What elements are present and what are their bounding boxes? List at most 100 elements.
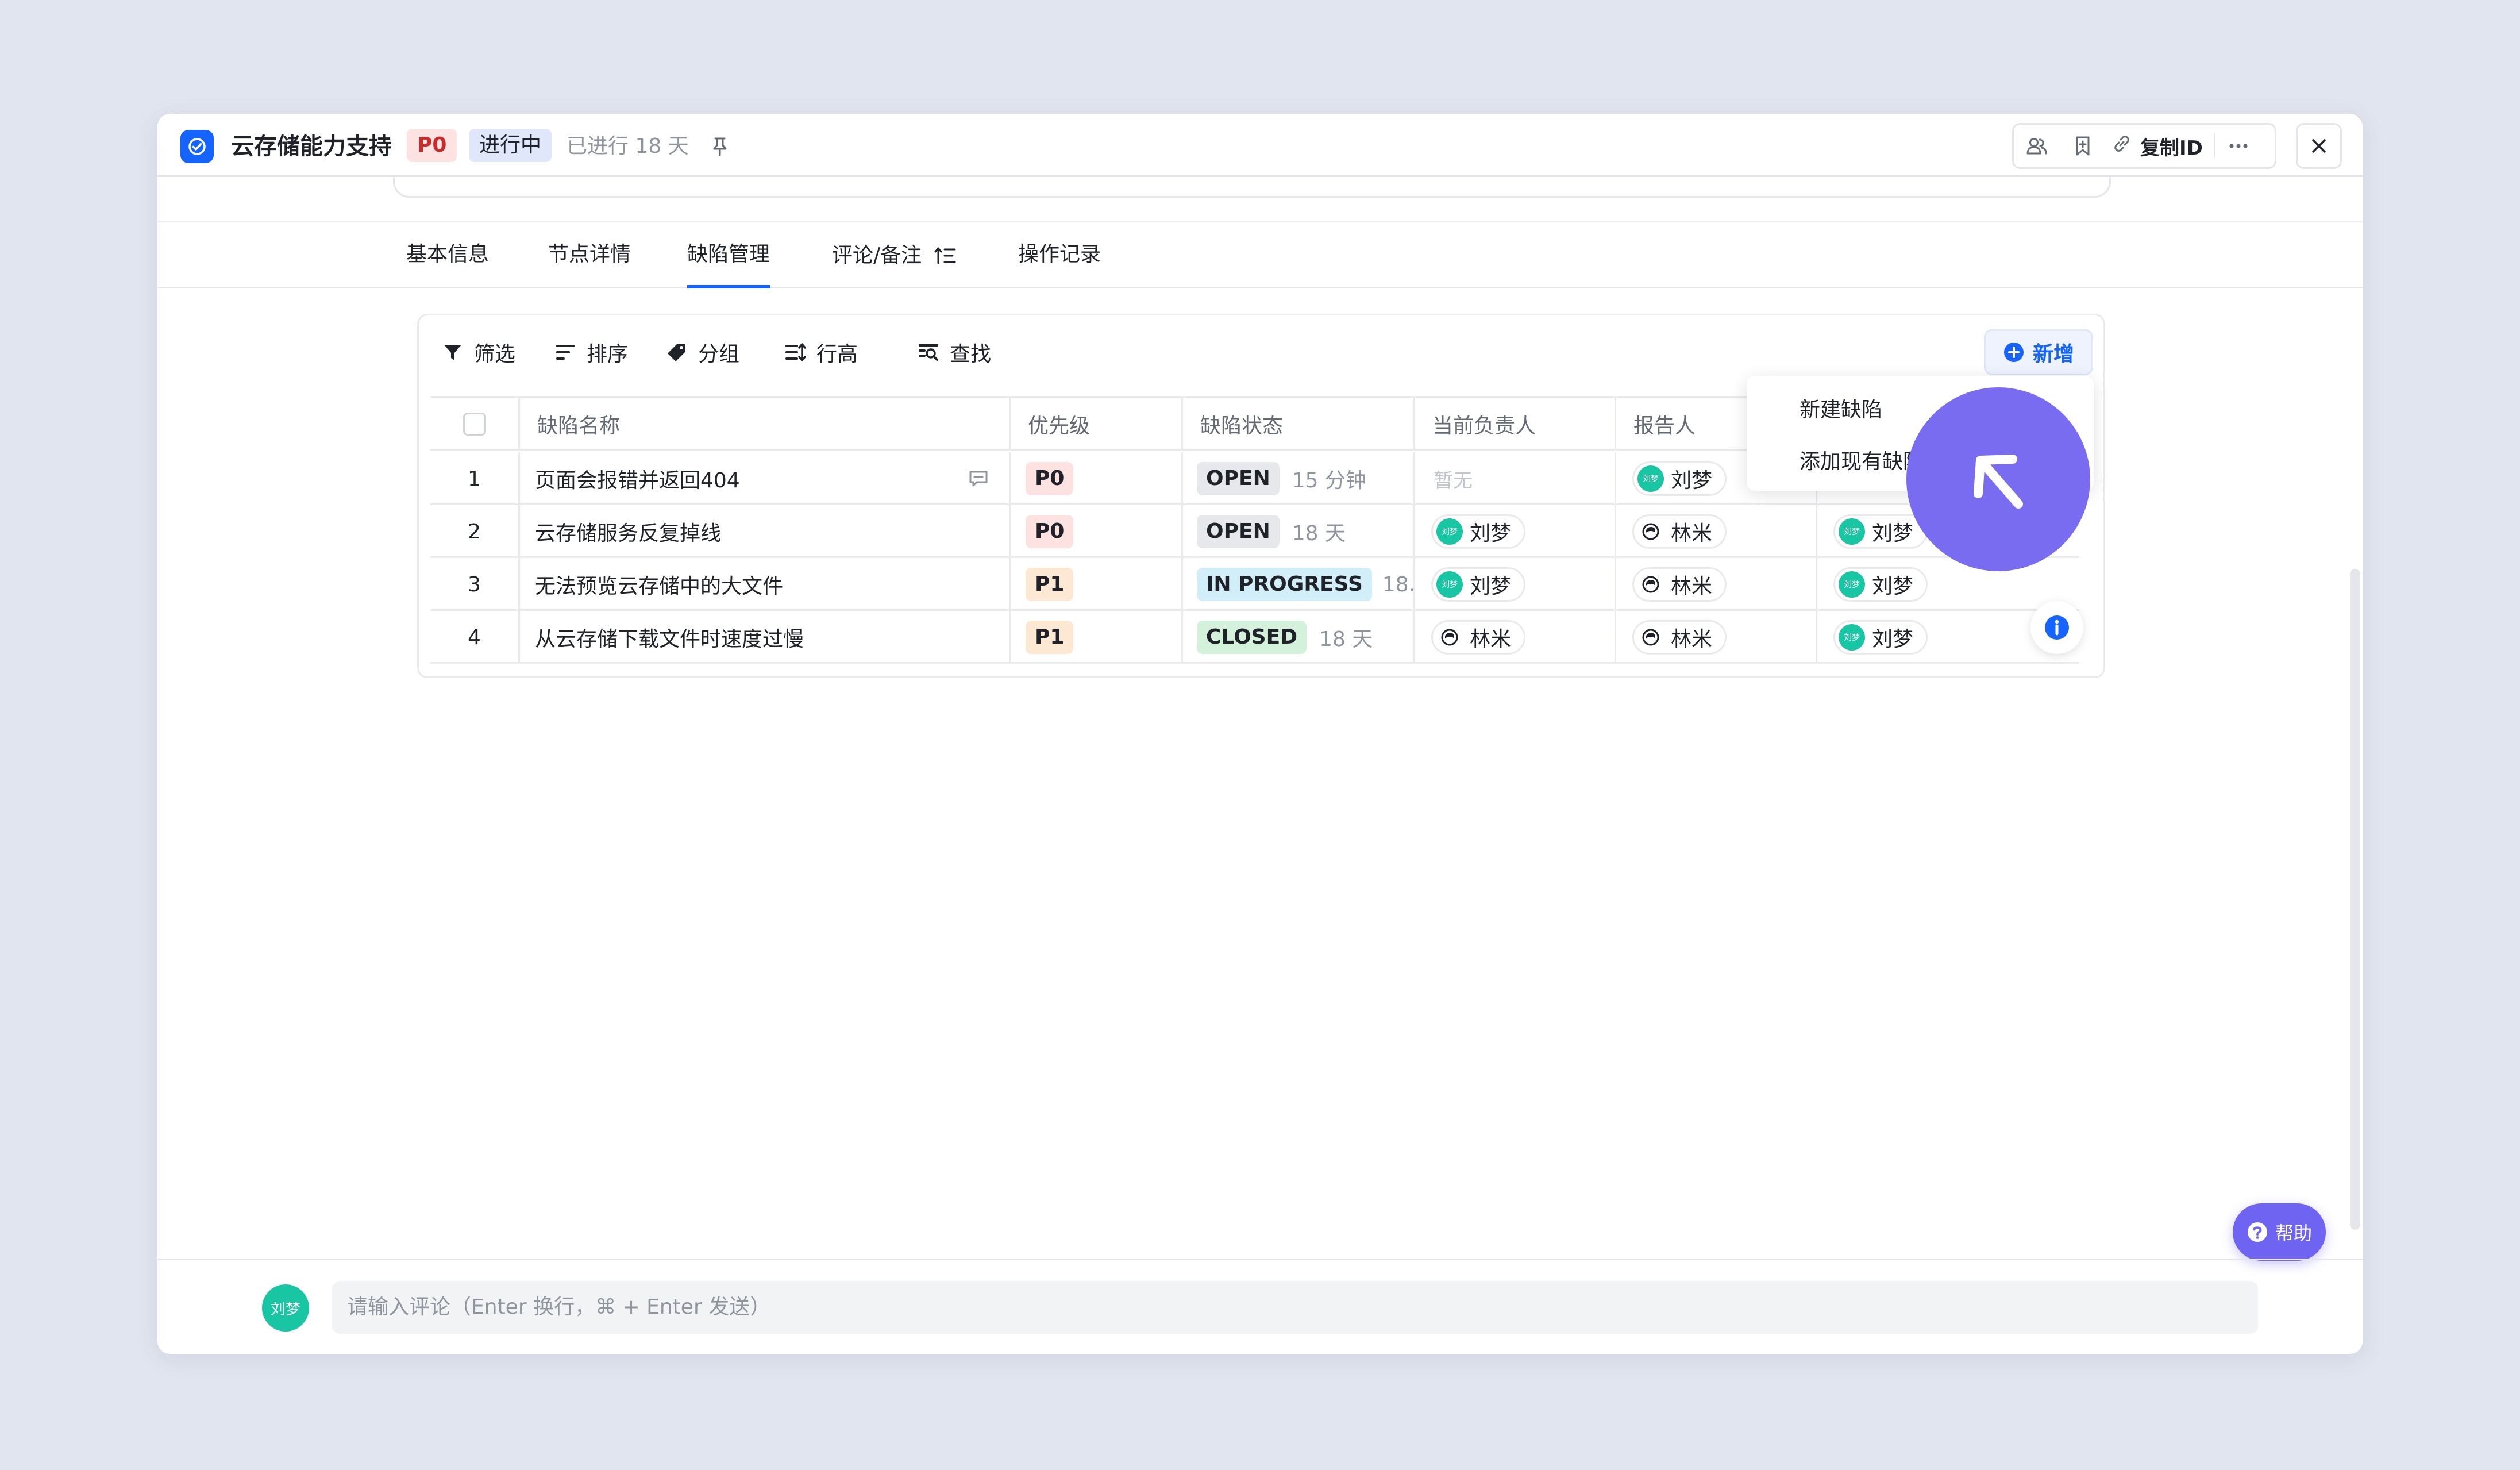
group-button[interactable]: 分组 [666, 336, 739, 368]
status-cell[interactable]: CLOSED 18 天 [1183, 611, 1415, 664]
row-index: 3 [430, 558, 520, 611]
plus-circle-icon [2003, 343, 2024, 362]
elapsed-time: 已进行 18 天 [567, 134, 689, 158]
find-button[interactable]: 查找 [918, 336, 991, 368]
assignee-cell[interactable]: 暂无 [1415, 452, 1616, 505]
scrollbar[interactable] [2350, 569, 2360, 1230]
row-index: 1 [430, 452, 520, 505]
row-height-label: 行高 [816, 343, 858, 366]
page-title: 云存储能力支持 [231, 133, 392, 160]
select-all-cell [430, 398, 520, 451]
priority-badge: P1 [1026, 621, 1074, 654]
defect-name: 从云存储下载文件时速度过慢 [535, 628, 804, 651]
cursor-arrow-icon [1906, 387, 2090, 571]
status-cell[interactable]: OPEN 15 分钟 [1183, 452, 1415, 505]
reporter-chip: 刘梦 刘梦 [1632, 461, 1727, 496]
info-button[interactable] [2030, 601, 2083, 654]
status-tag[interactable]: 进行中 [469, 129, 552, 162]
reporter-cell[interactable]: 林米 [1616, 558, 1817, 611]
table-row[interactable]: 2 云存储服务反复掉线 P0 OPEN 18 天 刘梦 刘梦 林米 刘梦 刘梦 [430, 505, 2079, 558]
header-toolbox: 复制ID [2012, 123, 2276, 169]
defect-name-cell[interactable]: 无法预览云存储中的大文件 [520, 558, 1011, 611]
extra-cell[interactable]: 刘梦 刘梦 [1817, 558, 2079, 611]
ink-avatar-icon [1637, 571, 1664, 598]
assignee-chip: 刘梦 刘梦 [1431, 567, 1526, 602]
defect-name-cell[interactable]: 云存储服务反复掉线 [520, 505, 1011, 558]
col-status[interactable]: 缺陷状态 [1183, 398, 1415, 451]
more-icon[interactable] [2215, 125, 2261, 167]
menu-item-new-defect[interactable]: 新建缺陷 [1800, 393, 1882, 423]
tab-bar: 基本信息 节点详情 缺陷管理 评论/备注 操作记录 [157, 221, 2363, 288]
bookmark-icon[interactable] [2060, 125, 2106, 167]
row-height-button[interactable]: 行高 [784, 336, 858, 368]
task-detail-window: 云存储能力支持 P0 进行中 已进行 18 天 复制ID 基本信息 节点详情 缺… [157, 114, 2363, 1354]
tab-comments[interactable]: 评论/备注 [832, 222, 956, 288]
copy-id-button[interactable]: 复制ID [2106, 125, 2214, 167]
info-icon [2045, 615, 2069, 640]
tab-node-details[interactable]: 节点详情 [548, 222, 631, 288]
status-badge: IN PROGRESS [1197, 568, 1372, 601]
assignee-chip: 林米 [1431, 620, 1526, 655]
tab-basic-info[interactable]: 基本信息 [406, 222, 489, 288]
table-row[interactable]: 3 无法预览云存储中的大文件 P1 IN PROGRESS18... 刘梦刘梦 … [430, 558, 2079, 611]
status-cell[interactable]: OPEN 18 天 [1183, 505, 1415, 558]
task-check-icon [180, 130, 214, 163]
row-index: 4 [430, 611, 520, 664]
link-icon [2111, 133, 2132, 159]
defect-name: 无法预览云存储中的大文件 [535, 575, 784, 598]
defect-name-cell[interactable]: 从云存储下载文件时速度过慢 [520, 611, 1011, 664]
priority-cell[interactable]: P1 [1011, 558, 1183, 611]
priority-badge: P0 [1026, 515, 1074, 548]
col-name[interactable]: 缺陷名称 [520, 398, 1011, 451]
reporter-chip: 林米 [1632, 514, 1727, 549]
help-label: 帮助 [2275, 1222, 2312, 1244]
reporter-name: 林米 [1671, 628, 1713, 651]
sort-button[interactable]: 排序 [554, 336, 628, 368]
priority-cell[interactable]: P1 [1011, 611, 1183, 664]
add-button[interactable]: 新增 [1984, 329, 2093, 375]
assignee-name: 林米 [1470, 628, 1512, 651]
assignee-cell[interactable]: 刘梦 刘梦 [1415, 558, 1616, 611]
defect-name-cell[interactable]: 页面会报错并返回404 [520, 452, 1011, 505]
priority-cell[interactable]: P0 [1011, 452, 1183, 505]
close-button[interactable] [2296, 123, 2342, 169]
find-label: 查找 [950, 343, 992, 366]
extra-chip: 刘梦 刘梦 [1833, 620, 1928, 655]
col-priority[interactable]: 优先级 [1011, 398, 1183, 451]
status-cell[interactable]: IN PROGRESS 18... [1183, 558, 1415, 611]
avatar: 刘梦 [1839, 624, 1865, 651]
reporter-cell[interactable]: 林米 [1616, 611, 1817, 664]
reporter-cell[interactable]: 林米 [1616, 505, 1817, 558]
comment-bar: 刘梦 请输入评论（Enter 换行，⌘ + Enter 发送） [157, 1259, 2363, 1354]
status-time: 18... [1382, 572, 1415, 597]
priority-cell[interactable]: P0 [1011, 505, 1183, 558]
sort-label: 排序 [587, 343, 629, 366]
assignee-cell[interactable]: 刘梦 刘梦 [1415, 505, 1616, 558]
tag-icon [668, 344, 685, 361]
reporter-name: 刘梦 [1671, 469, 1713, 492]
extra-chip: 刘梦 刘梦 [1833, 514, 1928, 549]
col-assignee[interactable]: 当前负责人 [1415, 398, 1616, 451]
tab-operation-log[interactable]: 操作记录 [1018, 222, 1101, 288]
filter-button[interactable]: 筛选 [442, 336, 515, 368]
extra-name: 刘梦 [1872, 522, 1914, 545]
filter-label: 筛选 [474, 343, 516, 366]
row-index: 2 [430, 505, 520, 558]
tab-comments-label: 评论/备注 [832, 243, 922, 267]
select-all-checkbox[interactable] [463, 413, 486, 436]
members-icon[interactable] [2014, 125, 2060, 167]
table-row[interactable]: 4 从云存储下载文件时速度过慢 P1 CLOSED 18 天 林米 林米 刘梦 刘梦 [430, 611, 2079, 664]
pin-icon[interactable] [704, 131, 735, 162]
assignee-cell[interactable]: 林米 [1415, 611, 1616, 664]
ink-avatar-icon [1637, 624, 1664, 651]
avatar: 刘梦 [1839, 571, 1865, 598]
defect-table-card: 筛选 排序 分组 行高 查找 新增 缺陷名称 优先级 缺陷状态 当前负责人 报告… [417, 314, 2105, 678]
sort-icon [556, 345, 575, 360]
tab-defect-management[interactable]: 缺陷管理 [687, 222, 770, 288]
menu-item-add-existing[interactable]: 添加现有缺陷 [1800, 445, 1924, 475]
comment-icon[interactable] [969, 470, 988, 487]
help-button[interactable]: 帮助 [2233, 1203, 2326, 1261]
comment-input[interactable]: 请输入评论（Enter 换行，⌘ + Enter 发送） [332, 1281, 2258, 1334]
header-bar: 云存储能力支持 P0 进行中 已进行 18 天 复制ID [157, 114, 2363, 177]
assignee-name: 刘梦 [1470, 522, 1512, 545]
